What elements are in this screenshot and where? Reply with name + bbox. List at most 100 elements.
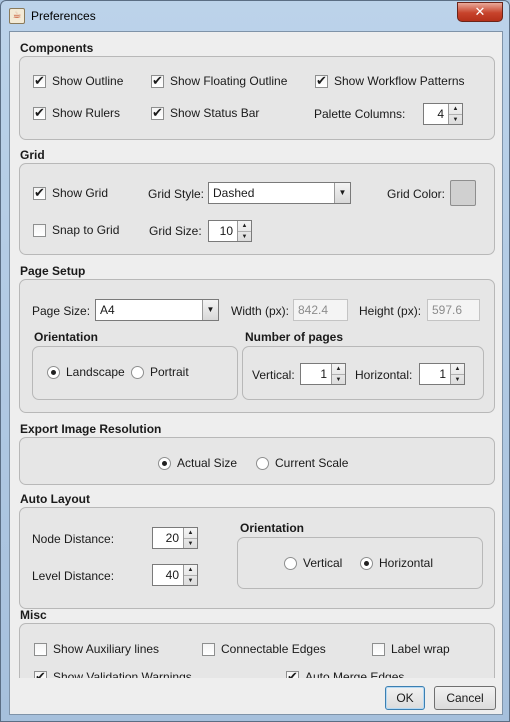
connectable-edges-checkbox[interactable]: Connectable Edges	[202, 642, 326, 656]
spinner-up-icon[interactable]: ▲	[449, 104, 462, 114]
actual-size-label: Actual Size	[177, 456, 238, 470]
level-distance-value[interactable]: 40	[153, 565, 183, 585]
grid-size-spinner[interactable]: 10 ▲ ▼	[208, 220, 252, 242]
spinner-up-icon[interactable]: ▲	[332, 364, 345, 374]
page-orientation-group: Landscape Portrait	[32, 346, 238, 400]
components-section-title: Components	[20, 41, 94, 55]
pages-horizontal-label: Horizontal:	[355, 368, 413, 382]
pages-horizontal-spinner[interactable]: 1 ▲ ▼	[419, 363, 465, 385]
snap-to-grid-checkbox[interactable]: Snap to Grid	[33, 223, 119, 237]
auto-layout-section-title: Auto Layout	[20, 492, 90, 506]
misc-group: Show Auxiliary lines Connectable Edges L…	[19, 623, 495, 678]
auto-layout-group: Node Distance: 20 ▲ ▼ Level Distance: 40 …	[19, 507, 495, 609]
checkbox-icon	[372, 642, 385, 656]
show-validation-warnings-label: Show Validation Warnings	[53, 670, 192, 678]
show-validation-warnings-checkbox[interactable]: Show Validation Warnings	[34, 669, 192, 678]
show-floating-outline-label: Show Floating Outline	[170, 74, 288, 88]
pages-vertical-value[interactable]: 1	[301, 364, 331, 384]
grid-size-value[interactable]: 10	[209, 221, 237, 241]
checkbox-icon	[34, 669, 47, 678]
node-distance-label: Node Distance:	[32, 532, 115, 546]
show-rulers-label: Show Rulers	[52, 106, 121, 120]
palette-columns-value[interactable]: 4	[424, 104, 448, 124]
grid-group: Show Grid Grid Style: Dashed ▼ Grid Colo…	[19, 163, 495, 255]
spinner-down-icon[interactable]: ▼	[184, 575, 197, 586]
height-label: Height (px):	[359, 304, 422, 318]
page-setup-group: Page Size: A4 ▼ Width (px): 842.4 Height…	[19, 279, 495, 413]
auto-merge-edges-label: Auto Merge Edges	[305, 670, 405, 678]
show-outline-checkbox[interactable]: Show Outline	[33, 73, 123, 89]
level-distance-spinner[interactable]: 40 ▲ ▼	[152, 564, 198, 586]
dialog-button-bar: OK Cancel	[10, 678, 502, 714]
cancel-button[interactable]: Cancel	[434, 686, 496, 710]
palette-columns-label: Palette Columns:	[314, 107, 406, 121]
grid-color-swatch-button[interactable]	[450, 180, 476, 206]
spinner-down-icon[interactable]: ▼	[184, 538, 197, 549]
connectable-edges-label: Connectable Edges	[221, 642, 326, 656]
show-workflow-patterns-checkbox[interactable]: Show Workflow Patterns	[315, 73, 465, 89]
show-status-bar-checkbox[interactable]: Show Status Bar	[151, 105, 260, 121]
current-scale-radio[interactable]: Current Scale	[256, 456, 348, 470]
level-distance-label: Level Distance:	[32, 569, 115, 583]
pages-vertical-label: Vertical:	[252, 368, 295, 382]
show-auxiliary-lines-checkbox[interactable]: Show Auxiliary lines	[34, 642, 159, 656]
layout-vertical-label: Vertical	[303, 556, 343, 570]
width-field: 842.4	[293, 299, 348, 321]
radio-selected-icon	[360, 556, 373, 570]
preferences-scroll-area[interactable]: Components Show Outline Show Floating Ou…	[10, 32, 502, 678]
show-grid-label: Show Grid	[52, 186, 109, 200]
portrait-radio[interactable]: Portrait	[131, 365, 189, 379]
layout-horizontal-radio[interactable]: Horizontal	[360, 556, 433, 570]
ok-button[interactable]: OK	[385, 686, 425, 710]
spinner-up-icon[interactable]: ▲	[451, 364, 464, 374]
show-status-bar-label: Show Status Bar	[170, 106, 260, 120]
close-button[interactable]: ✕	[457, 2, 503, 22]
layout-vertical-radio[interactable]: Vertical	[284, 556, 342, 570]
show-floating-outline-checkbox[interactable]: Show Floating Outline	[151, 73, 288, 89]
spinner-up-icon[interactable]: ▲	[238, 221, 251, 231]
radio-selected-icon	[158, 456, 171, 470]
export-section-title: Export Image Resolution	[20, 422, 162, 436]
components-group: Show Outline Show Floating Outline Show …	[19, 56, 495, 140]
checkbox-icon	[315, 73, 328, 89]
checkbox-icon	[33, 73, 46, 89]
snap-to-grid-label: Snap to Grid	[52, 223, 120, 237]
window-title: Preferences	[31, 9, 96, 23]
spinner-down-icon[interactable]: ▼	[451, 374, 464, 385]
pages-vertical-spinner[interactable]: 1 ▲ ▼	[300, 363, 346, 385]
page-size-value: A4	[100, 303, 115, 317]
export-group: Actual Size Current Scale	[19, 437, 495, 485]
pages-horizontal-value[interactable]: 1	[420, 364, 450, 384]
chevron-down-icon[interactable]: ▼	[334, 183, 350, 203]
number-of-pages-title: Number of pages	[245, 330, 344, 344]
page-size-select[interactable]: A4 ▼	[95, 299, 219, 321]
checkbox-icon	[202, 642, 215, 656]
page-orientation-title: Orientation	[34, 330, 99, 344]
spinner-up-icon[interactable]: ▲	[184, 565, 197, 575]
spinner-down-icon[interactable]: ▼	[238, 231, 251, 242]
checkbox-icon	[34, 642, 47, 656]
show-rulers-checkbox[interactable]: Show Rulers	[33, 105, 121, 121]
grid-style-select[interactable]: Dashed ▼	[208, 182, 351, 204]
spinner-down-icon[interactable]: ▼	[449, 114, 462, 125]
show-grid-checkbox[interactable]: Show Grid	[33, 185, 109, 201]
label-wrap-label: Label wrap	[391, 642, 450, 656]
page-size-label: Page Size:	[32, 304, 91, 318]
node-distance-value[interactable]: 20	[153, 528, 183, 548]
checkbox-icon	[286, 669, 299, 678]
grid-style-value: Dashed	[213, 186, 255, 200]
chevron-down-icon[interactable]: ▼	[202, 300, 218, 320]
radio-selected-icon	[47, 365, 60, 379]
dialog-content: Components Show Outline Show Floating Ou…	[9, 31, 503, 715]
spinner-down-icon[interactable]: ▼	[332, 374, 345, 385]
title-bar[interactable]: ☕ Preferences ✕	[1, 1, 509, 31]
checkbox-icon	[33, 105, 46, 121]
palette-columns-spinner[interactable]: 4 ▲ ▼	[423, 103, 463, 125]
landscape-radio[interactable]: Landscape	[47, 365, 125, 379]
auto-merge-edges-checkbox[interactable]: Auto Merge Edges	[286, 669, 405, 678]
landscape-label: Landscape	[66, 365, 125, 379]
node-distance-spinner[interactable]: 20 ▲ ▼	[152, 527, 198, 549]
spinner-up-icon[interactable]: ▲	[184, 528, 197, 538]
actual-size-radio[interactable]: Actual Size	[158, 456, 237, 470]
label-wrap-checkbox[interactable]: Label wrap	[372, 642, 450, 656]
